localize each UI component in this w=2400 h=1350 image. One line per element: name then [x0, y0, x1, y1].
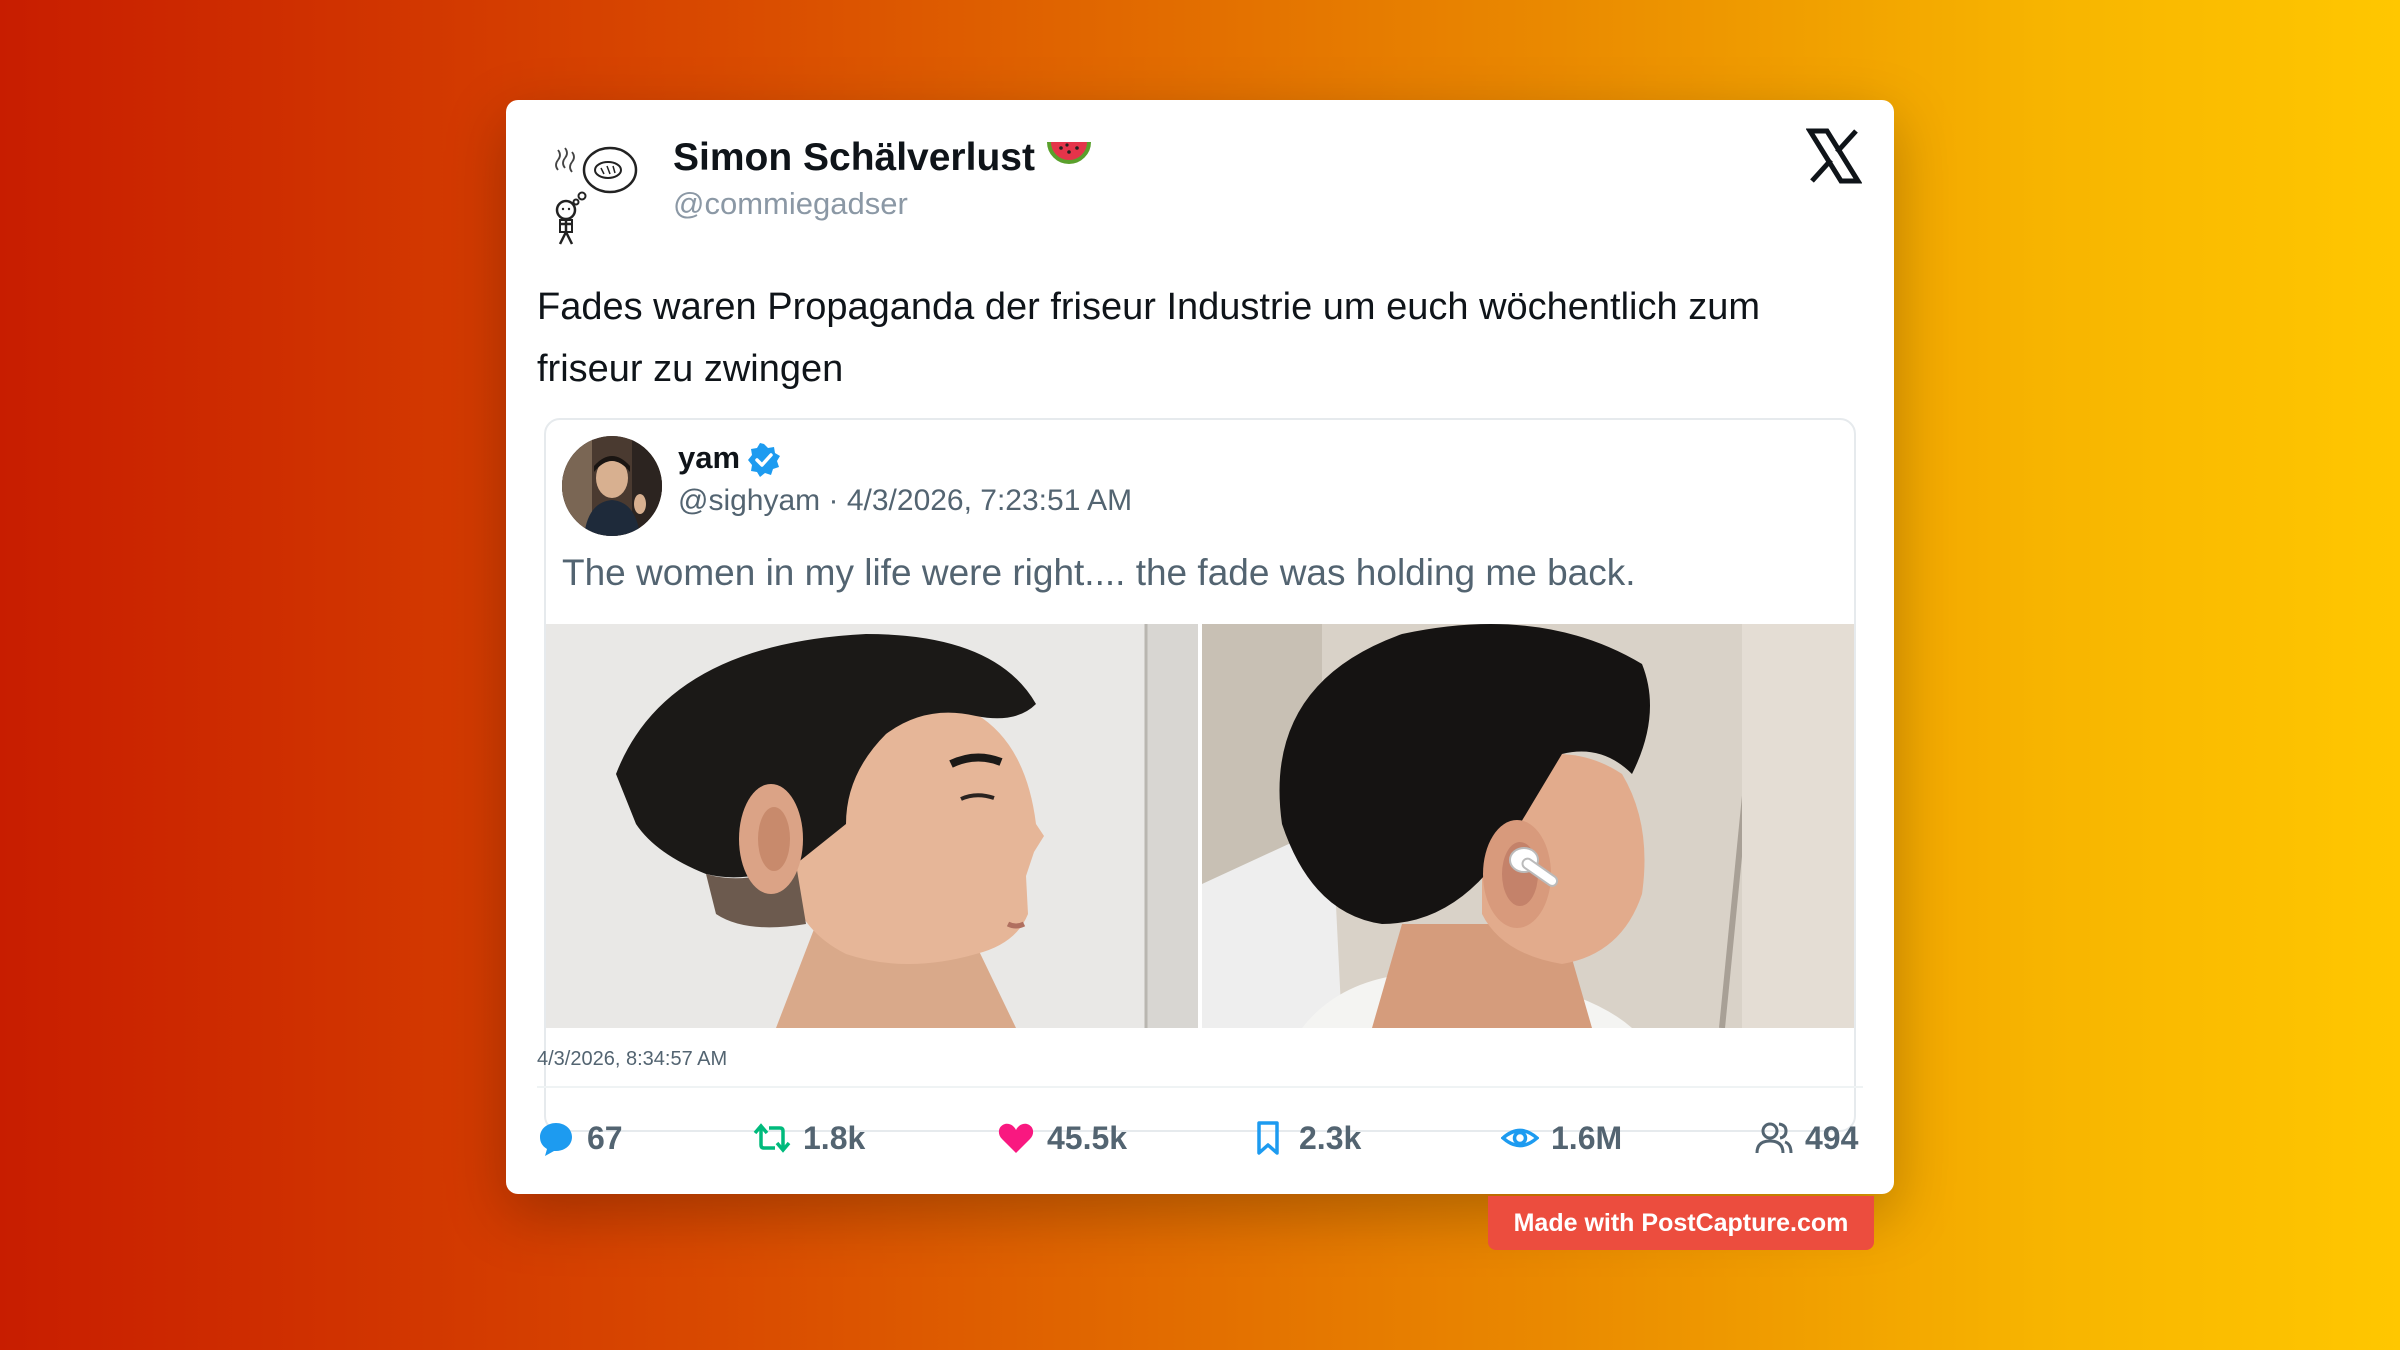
back-of-head-photo[interactable] — [1202, 624, 1854, 1028]
reply-count: 67 — [587, 1119, 623, 1156]
x-logo-icon[interactable] — [1806, 128, 1862, 184]
quote-media — [546, 624, 1854, 1028]
views-count: 1.6M — [1551, 1119, 1623, 1156]
author-name[interactable]: Simon Schälverlust — [673, 136, 1091, 182]
reply-stat[interactable]: 67 — [537, 1108, 623, 1168]
engagement-bar: 67 1.8k 45.5k 2.3k 1.6M 494 — [537, 1108, 1863, 1168]
verified-badge-icon — [748, 443, 780, 477]
author-handle[interactable]: @commiegadser — [673, 186, 908, 222]
quote-date[interactable]: 4/3/2026, 7:23:51 AM — [847, 484, 1132, 517]
bookmark-count: 2.3k — [1299, 1119, 1362, 1156]
like-stat[interactable]: 45.5k — [997, 1108, 1127, 1168]
repost-icon — [753, 1123, 791, 1153]
quote-author-handle[interactable]: @sighyam — [678, 484, 820, 517]
reply-icon — [540, 1123, 572, 1156]
quote-author-name[interactable]: yam — [678, 440, 740, 476]
repost-count: 1.8k — [803, 1119, 866, 1156]
side-profile-photo[interactable] — [546, 624, 1198, 1028]
watermelon-emoji-icon — [1046, 138, 1091, 182]
users-icon — [1755, 1122, 1793, 1154]
post-timestamp[interactable]: 4/3/2026, 8:34:57 AM — [537, 1048, 727, 1071]
author-avatar[interactable] — [548, 140, 654, 246]
quote-author-avatar[interactable] — [562, 436, 662, 536]
author-name-text: Simon Schälverlust — [673, 136, 1035, 179]
repost-stat[interactable]: 1.8k — [753, 1108, 865, 1168]
followers-stat[interactable]: 494 — [1755, 1108, 1858, 1168]
divider — [537, 1086, 1863, 1088]
quote-meta: @sighyam · 4/3/2026, 7:23:51 AM — [678, 484, 1132, 518]
views-stat[interactable]: 1.6M — [1501, 1108, 1622, 1168]
bookmark-stat[interactable]: 2.3k — [1249, 1108, 1361, 1168]
quoted-post[interactable]: yam @sighyam · 4/3/2026, 7:23:51 AM The … — [544, 418, 1856, 1132]
quote-separator: · — [820, 484, 847, 517]
postcapture-badge[interactable]: Made with PostCapture.com — [1488, 1196, 1874, 1250]
bookmark-icon — [1257, 1121, 1279, 1155]
quote-text: The women in my life were right.... the … — [562, 552, 1636, 593]
eye-icon — [1501, 1128, 1539, 1148]
post-text: Fades waren Propaganda der friseur Indus… — [537, 286, 1760, 390]
followers-count: 494 — [1805, 1119, 1859, 1156]
post-card: Simon Schälverlust @commiegadser Fades w… — [506, 100, 1894, 1194]
heart-icon — [998, 1123, 1034, 1153]
like-count: 45.5k — [1047, 1119, 1128, 1156]
